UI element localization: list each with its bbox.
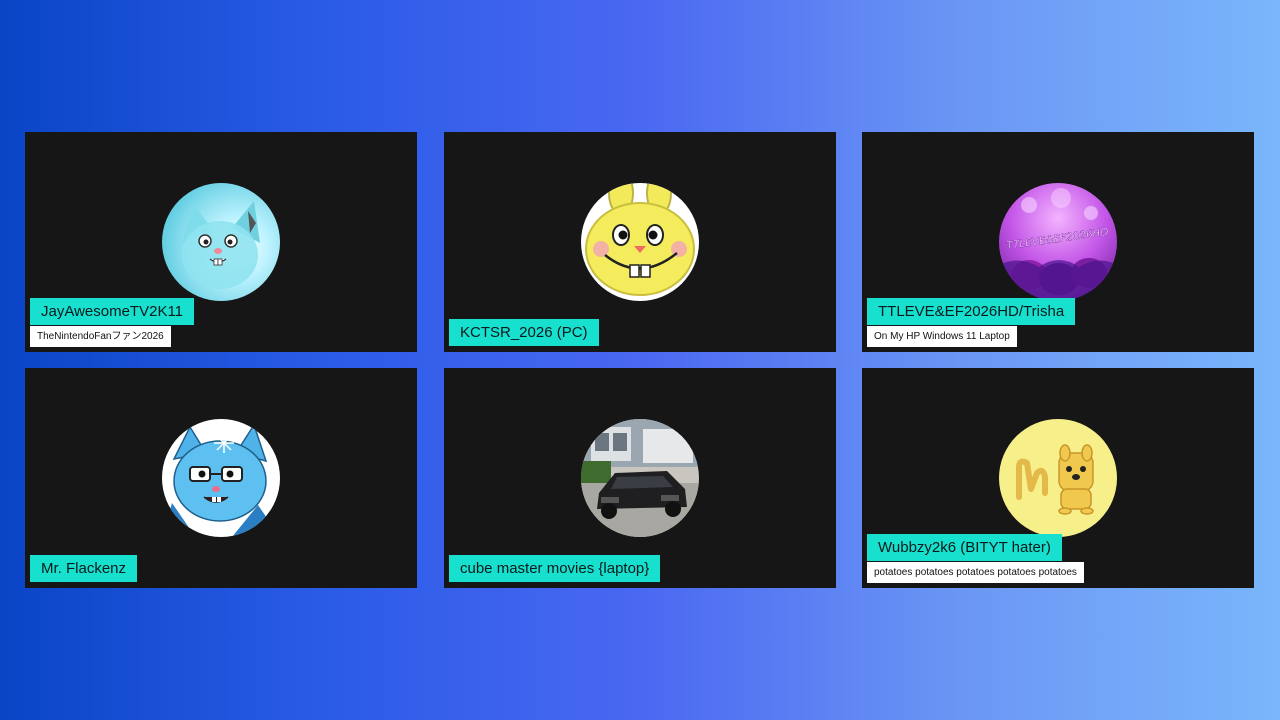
- participant-tile-6[interactable]: Wubbzy2k6 (BITYT hater) potatoes potatoe…: [862, 368, 1254, 588]
- participant-subtitle: On My HP Windows 11 Laptop: [867, 326, 1017, 347]
- participant-tile-4[interactable]: Mr. Flackenz: [25, 368, 417, 588]
- participant-tile-3[interactable]: TTLEVE&EF2026HD TTLEVE&EF2026HD/Trisha O…: [862, 132, 1254, 352]
- wubbzy-character-icon: [999, 419, 1117, 537]
- participant-name: JayAwesomeTV2K11: [30, 298, 195, 325]
- purple-eggs-logo-icon: TTLEVE&EF2026HD: [999, 183, 1117, 301]
- participant-name: TTLEVE&EF2026HD/Trisha: [867, 298, 1076, 325]
- participant-name: cube master movies {laptop}: [449, 555, 661, 582]
- participant-subtitle: potatoes potatoes potatoes potatoes pota…: [867, 562, 1084, 583]
- video-call-grid: JayAwesomeTV2K11 TheNintendoFanファン2026 K…: [0, 0, 1280, 720]
- participant-tile-2[interactable]: KCTSR_2026 (PC): [444, 132, 836, 352]
- black-car-photo-icon: [581, 419, 699, 537]
- participant-name: KCTSR_2026 (PC): [449, 319, 599, 346]
- yellow-cartoon-bunny-icon: [581, 183, 699, 301]
- participant-subtitle: TheNintendoFanファン2026: [30, 326, 171, 347]
- participant-name: Mr. Flackenz: [30, 555, 138, 582]
- participant-name: Wubbzy2k6 (BITYT hater): [867, 534, 1062, 561]
- participant-tile-5[interactable]: cube master movies {laptop}: [444, 368, 836, 588]
- blue-cartoon-cat-icon: [162, 183, 280, 301]
- blue-cat-with-glasses-icon: [162, 419, 280, 537]
- participant-tile-1[interactable]: JayAwesomeTV2K11 TheNintendoFanファン2026: [25, 132, 417, 352]
